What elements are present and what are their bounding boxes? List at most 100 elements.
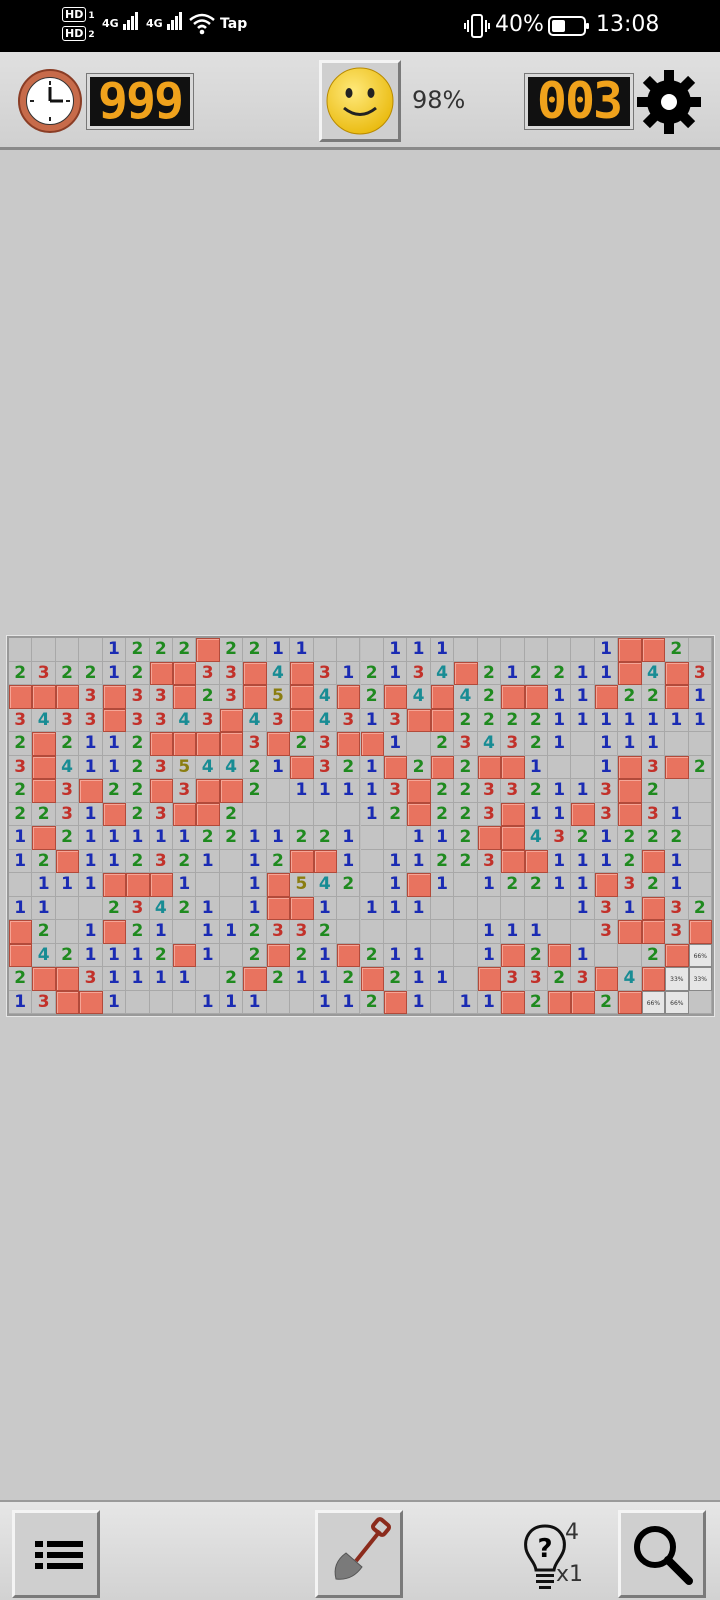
number-cell[interactable]: 2: [173, 849, 197, 873]
number-cell[interactable]: 2: [454, 708, 478, 732]
number-cell[interactable]: 2: [32, 849, 56, 873]
number-cell[interactable]: 1: [219, 920, 244, 944]
flag-cell[interactable]: [571, 990, 595, 1014]
flag-cell[interactable]: [149, 873, 174, 897]
flag-cell[interactable]: [501, 990, 525, 1014]
number-cell[interactable]: 2: [55, 661, 80, 685]
empty-cell[interactable]: [219, 849, 244, 873]
number-cell[interactable]: 2: [9, 661, 33, 685]
number-cell[interactable]: 2: [641, 685, 666, 709]
number-cell[interactable]: 1: [243, 896, 267, 920]
flag-cell[interactable]: [641, 896, 666, 920]
empty-cell[interactable]: [618, 943, 642, 967]
zoom-button[interactable]: [618, 1510, 706, 1598]
flag-cell[interactable]: [266, 732, 291, 756]
number-cell[interactable]: 1: [501, 661, 525, 685]
number-cell[interactable]: 2: [477, 661, 502, 685]
empty-cell[interactable]: [290, 990, 314, 1014]
empty-cell[interactable]: [79, 638, 103, 662]
number-cell[interactable]: 5: [173, 755, 197, 779]
number-cell[interactable]: 1: [337, 849, 361, 873]
empty-cell[interactable]: [337, 920, 361, 944]
number-cell[interactable]: 2: [547, 967, 572, 991]
number-cell[interactable]: 2: [149, 943, 174, 967]
number-cell[interactable]: 2: [243, 920, 267, 944]
empty-cell[interactable]: [454, 638, 478, 662]
number-cell[interactable]: 1: [313, 990, 338, 1014]
empty-cell[interactable]: [501, 638, 525, 662]
empty-cell[interactable]: [477, 638, 502, 662]
flag-cell[interactable]: [32, 732, 56, 756]
number-cell[interactable]: 1: [688, 685, 712, 709]
number-cell[interactable]: 3: [477, 779, 502, 803]
number-cell[interactable]: 1: [360, 779, 384, 803]
number-cell[interactable]: 2: [290, 826, 314, 850]
number-cell[interactable]: 1: [173, 967, 197, 991]
empty-cell[interactable]: [173, 990, 197, 1014]
empty-cell[interactable]: [360, 920, 384, 944]
number-cell[interactable]: 2: [501, 708, 525, 732]
number-cell[interactable]: 2: [173, 896, 197, 920]
empty-cell[interactable]: [360, 873, 384, 897]
number-cell[interactable]: 2: [454, 826, 478, 850]
number-cell[interactable]: 1: [477, 990, 502, 1014]
flag-cell[interactable]: [196, 779, 220, 803]
number-cell[interactable]: 1: [430, 873, 455, 897]
flag-cell[interactable]: [243, 967, 267, 991]
number-cell[interactable]: 2: [290, 732, 314, 756]
empty-cell[interactable]: [430, 990, 455, 1014]
number-cell[interactable]: 3: [126, 685, 150, 709]
flag-cell[interactable]: [665, 755, 689, 779]
number-cell[interactable]: 3: [266, 920, 291, 944]
number-cell[interactable]: 1: [383, 873, 408, 897]
number-cell[interactable]: 1: [407, 990, 431, 1014]
number-cell[interactable]: 1: [383, 732, 408, 756]
empty-cell[interactable]: [430, 943, 455, 967]
flag-cell[interactable]: [173, 732, 197, 756]
flag-cell[interactable]: [665, 685, 689, 709]
empty-cell[interactable]: [55, 920, 80, 944]
number-cell[interactable]: 3: [266, 708, 291, 732]
flag-cell[interactable]: [524, 685, 548, 709]
empty-cell[interactable]: [55, 638, 80, 662]
number-cell[interactable]: 2: [266, 967, 291, 991]
number-cell[interactable]: 2: [665, 826, 689, 850]
number-cell[interactable]: 2: [524, 873, 548, 897]
number-cell[interactable]: 1: [571, 685, 595, 709]
flag-cell[interactable]: [501, 943, 525, 967]
number-cell[interactable]: 2: [243, 943, 267, 967]
flag-cell[interactable]: [383, 685, 408, 709]
flag-cell[interactable]: [219, 779, 244, 803]
number-cell[interactable]: 3: [126, 708, 150, 732]
number-cell[interactable]: 1: [102, 638, 127, 662]
flag-cell[interactable]: [9, 685, 33, 709]
hint-cell[interactable]: 66%: [641, 990, 666, 1014]
empty-cell[interactable]: [313, 638, 338, 662]
number-cell[interactable]: 3: [149, 708, 174, 732]
flag-cell[interactable]: [641, 849, 666, 873]
number-cell[interactable]: 2: [266, 849, 291, 873]
number-cell[interactable]: 2: [454, 849, 478, 873]
number-cell[interactable]: 1: [196, 849, 220, 873]
flag-cell[interactable]: [618, 802, 642, 826]
number-cell[interactable]: 4: [524, 826, 548, 850]
number-cell[interactable]: 3: [618, 873, 642, 897]
number-cell[interactable]: 2: [337, 755, 361, 779]
number-cell[interactable]: 1: [594, 708, 619, 732]
number-cell[interactable]: 2: [383, 802, 408, 826]
number-cell[interactable]: 2: [219, 638, 244, 662]
flag-cell[interactable]: [477, 755, 502, 779]
flag-cell[interactable]: [266, 943, 291, 967]
number-cell[interactable]: 1: [337, 779, 361, 803]
number-cell[interactable]: 1: [383, 661, 408, 685]
flag-cell[interactable]: [55, 849, 80, 873]
empty-cell[interactable]: [454, 920, 478, 944]
flag-cell[interactable]: [9, 920, 33, 944]
empty-cell[interactable]: [688, 638, 712, 662]
flag-cell[interactable]: [547, 943, 572, 967]
number-cell[interactable]: 1: [79, 826, 103, 850]
empty-cell[interactable]: [430, 896, 455, 920]
number-cell[interactable]: 2: [126, 779, 150, 803]
number-cell[interactable]: 3: [665, 896, 689, 920]
number-cell[interactable]: 3: [196, 661, 220, 685]
